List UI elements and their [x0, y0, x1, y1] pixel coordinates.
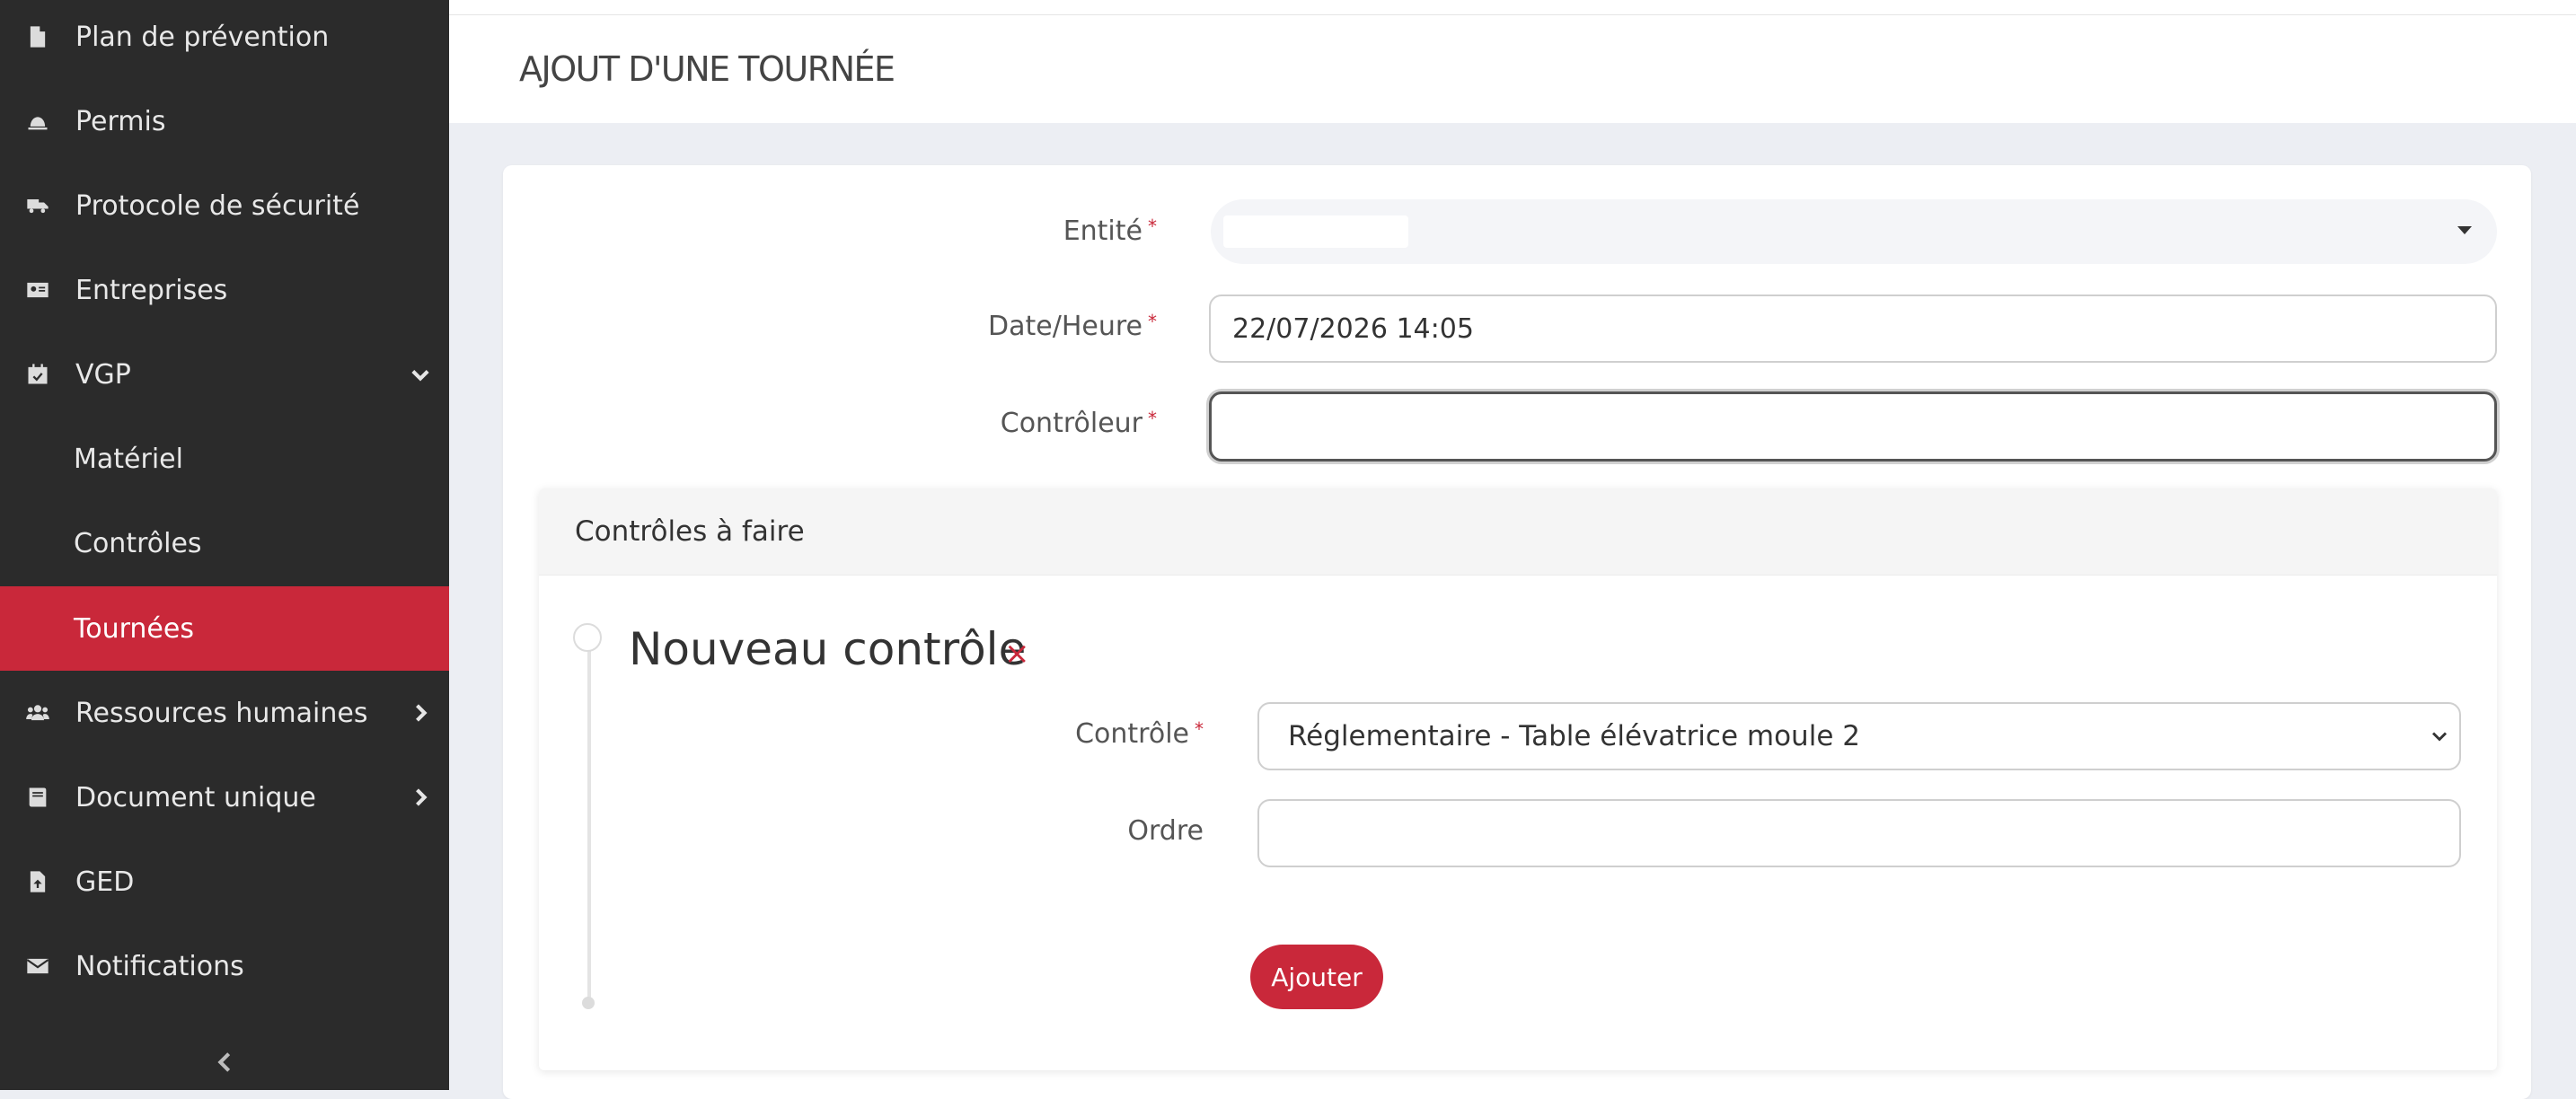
chevron-right-icon [408, 785, 433, 810]
helmet-icon [25, 109, 50, 134]
sidebar-item-entreprises[interactable]: Entreprises [0, 248, 449, 332]
sidebar-item-label: Protocole de sécurité [75, 189, 360, 222]
sidebar-item-vgp[interactable]: VGP [0, 332, 449, 417]
calendar-check-icon [25, 362, 50, 387]
top-bar [449, 0, 2576, 15]
truck-icon [25, 193, 50, 218]
control-selected-value: Réglementaire - Table élévatrice moule 2 [1288, 720, 1860, 752]
sidebar-item-label: Permis [75, 105, 166, 137]
sidebar-item-label: Ressources humaines [75, 697, 368, 729]
chevron-down-icon [408, 362, 433, 387]
controller-label-text: Contrôleur [1000, 408, 1142, 439]
file-icon [25, 24, 50, 49]
controller-input[interactable] [1209, 391, 2497, 462]
order-label: Ordre [1127, 815, 1204, 847]
sidebar-item-controles[interactable]: Contrôles [0, 501, 449, 585]
sidebar: Plan de prévention Permis Protocole de s… [0, 0, 449, 1090]
sidebar-item-label: Matériel [74, 443, 183, 475]
page-header: AJOUT D'UNE TOURNÉE [449, 15, 2576, 123]
required-mark: * [1195, 718, 1204, 740]
required-mark: * [1148, 408, 1157, 429]
timeline-end-dot [582, 997, 595, 1009]
sidebar-item-permis[interactable]: Permis [0, 79, 449, 163]
control-label-text: Contrôle [1075, 718, 1189, 750]
required-mark: * [1148, 215, 1157, 237]
sidebar-item-document-unique[interactable]: Document unique [0, 755, 449, 840]
envelope-icon [25, 954, 50, 979]
caret-down-icon [2457, 226, 2472, 234]
datetime-label-text: Date/Heure [988, 311, 1142, 342]
remove-control-icon[interactable]: × [1004, 636, 1030, 672]
id-card-icon [25, 277, 50, 303]
file-upload-icon [25, 869, 50, 894]
entity-select[interactable] [1211, 199, 2497, 264]
entity-label-text: Entité [1063, 215, 1142, 247]
collapse-sidebar-icon[interactable] [212, 1045, 237, 1079]
required-mark: * [1148, 311, 1157, 332]
controller-label: Contrôleur * [898, 408, 1157, 439]
chevron-down-icon [2427, 724, 2452, 749]
sidebar-item-label: Contrôles [74, 527, 202, 559]
control-select[interactable]: Réglementaire - Table élévatrice moule 2 [1257, 702, 2461, 770]
controls-panel-title: Contrôles à faire [575, 515, 805, 548]
sidebar-item-label: Tournées [74, 612, 194, 645]
datetime-label: Date/Heure * [898, 311, 1157, 342]
book-icon [25, 785, 50, 810]
new-control-title: Nouveau contrôle [629, 623, 1027, 675]
sidebar-item-ressources-humaines[interactable]: Ressources humaines [0, 671, 449, 755]
controls-panel: Contrôles à faire [539, 488, 2497, 1070]
sidebar-item-label: Entreprises [75, 274, 228, 306]
datetime-input[interactable] [1209, 295, 2497, 363]
sidebar-item-tournees[interactable]: Tournées [0, 586, 449, 671]
timeline-node [573, 623, 602, 652]
sidebar-item-plan-de-prevention[interactable]: Plan de prévention [0, 0, 449, 79]
sidebar-item-label: Plan de prévention [75, 21, 330, 53]
order-input[interactable] [1257, 799, 2461, 867]
page-title: AJOUT D'UNE TOURNÉE [519, 49, 895, 89]
sidebar-item-label: GED [75, 866, 135, 898]
timeline-line [587, 639, 591, 1004]
chevron-right-icon [408, 700, 433, 725]
sidebar-item-label: VGP [75, 358, 131, 391]
control-label: Contrôle * [988, 718, 1204, 750]
sidebar-item-notifications[interactable]: Notifications [0, 924, 449, 1008]
add-button[interactable]: Ajouter [1250, 945, 1383, 1009]
controls-panel-header: Contrôles à faire [539, 488, 2497, 576]
sidebar-item-label: Document unique [75, 781, 316, 813]
entity-label: Entité * [979, 215, 1157, 247]
sidebar-item-materiel[interactable]: Matériel [0, 417, 449, 501]
sidebar-item-protocole-de-securite[interactable]: Protocole de sécurité [0, 163, 449, 248]
entity-selected-value [1223, 215, 1408, 248]
sidebar-item-label: Notifications [75, 950, 244, 982]
users-icon [25, 700, 50, 725]
sidebar-item-ged[interactable]: GED [0, 840, 449, 924]
